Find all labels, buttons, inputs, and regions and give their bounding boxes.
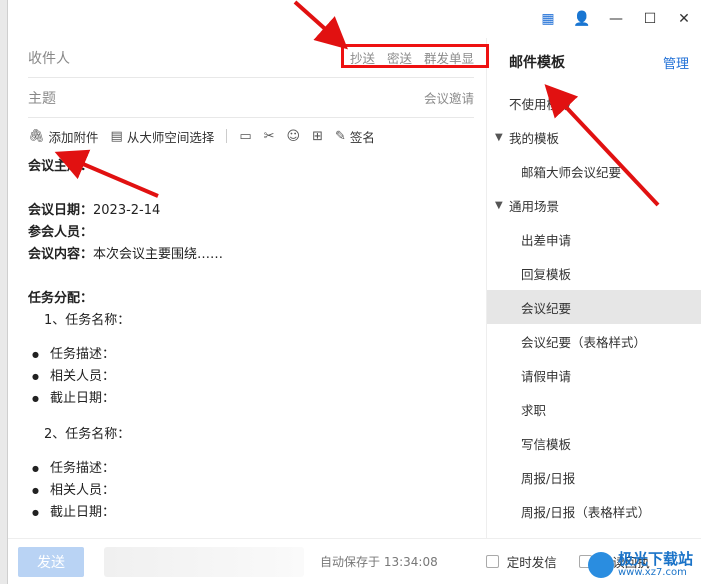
scheduled-send-label: 定时发信 (506, 555, 557, 570)
signature-label: 签名 (349, 129, 375, 145)
content-line: 会议内容：本次会议主要围绕…… (28, 247, 224, 262)
from-space-label: 从大师空间选择 (126, 129, 215, 145)
toolbar-divider (226, 129, 228, 143)
signature-button[interactable]: ✎ 签名 (335, 127, 375, 146)
task-1-deadline: 截止日期： (28, 388, 474, 410)
screenshot-button[interactable]: ✂ (264, 129, 275, 144)
scheduled-send-checkbox[interactable] (485, 555, 499, 568)
document-icon: ▤ (110, 128, 123, 144)
attach-button[interactable]: 🖇 添加附件 (28, 127, 99, 146)
site-watermark: 极光下载站 www.xz7.com (587, 550, 693, 578)
sidebar-header: 邮件模板 管理 (487, 38, 701, 86)
from-space-button[interactable]: ▤ 从大师空间选择 (111, 127, 215, 146)
template-item[interactable]: 请假申请 (487, 358, 701, 392)
task-2-people: 相关人员： (28, 480, 474, 502)
blurred-account-area (104, 546, 304, 577)
date-line: 会议日期：2023-2-14 (28, 203, 161, 218)
image-icon: ▭ (239, 128, 252, 144)
compose-area: 收件人 抄送 密送 群发单显 主题 会议邀请 🖇 添加附件 ▤ 从大师空间选择 (8, 38, 486, 538)
minimize-icon[interactable]: — (599, 0, 633, 38)
emoji-button[interactable]: ☺ (287, 129, 301, 144)
template-item[interactable]: 求职 (487, 392, 701, 426)
paperclip-icon: 🖇 (28, 128, 45, 144)
meeting-invite-link[interactable]: 会议邀请 (424, 88, 474, 107)
attach-label: 添加附件 (48, 129, 99, 145)
task-1-name: 1、任务名称： (44, 313, 131, 328)
subject-row[interactable]: 主题 会议邀请 (28, 78, 474, 118)
send-button[interactable]: 发送 (18, 546, 84, 577)
chevron-down-icon: ▼ (495, 199, 503, 211)
compose-window: ▦ 👤 — ☐ ✕ 收件人 抄送 密送 群发单显 主题 会议邀请 🖇 添加附件 (8, 0, 701, 584)
scissors-icon: ✂ (263, 128, 275, 144)
general-group[interactable]: ▼ 通用场景 (487, 188, 701, 222)
editor-toolbar: 🖇 添加附件 ▤ 从大师空间选择 ▭ ✂ ☺ ⊞ ✎ 签名 (28, 122, 474, 150)
subject-label: 主题 (28, 90, 56, 107)
template-item[interactable]: 邮箱大师会议纪要 (487, 154, 701, 188)
task-2-desc: 任务描述： (28, 458, 474, 480)
template-item[interactable]: 回复模板 (487, 256, 701, 290)
template-item[interactable]: 出差申请 (487, 222, 701, 256)
message-body[interactable]: 会议主题： 会议日期：2023-2-14 参会人员： 会议内容：本次会议主要围绕… (28, 156, 474, 524)
my-templates-label: 我的模板 (509, 130, 560, 146)
watermark-url: www.xz7.com (617, 567, 687, 578)
task-1-people: 相关人员： (28, 366, 474, 388)
no-template-item[interactable]: 不使用模板 (487, 86, 701, 120)
sidebar-title: 邮件模板 (509, 55, 565, 71)
autosave-status: 自动保存于 13:34:08 (320, 555, 438, 569)
task-2-name: 2、任务名称： (44, 427, 131, 442)
template-item[interactable]: 会议纪要（表格样式） (487, 324, 701, 358)
recipient-label: 收件人 (28, 50, 70, 67)
chevron-down-icon: ▼ (495, 131, 503, 143)
subject-options: 会议邀请 (424, 88, 474, 107)
task-2-deadline: 截止日期： (28, 502, 474, 524)
template-sidebar: 邮件模板 管理 不使用模板 ▼ 我的模板 邮箱大师会议纪要 ▼ 通用场景 出差申… (486, 38, 701, 538)
background-window-edge (0, 0, 8, 584)
close-icon[interactable]: ✕ (667, 0, 701, 38)
emoji-icon: ☺ (286, 128, 301, 144)
template-icon[interactable]: ▦ (531, 0, 565, 38)
general-label: 通用场景 (509, 198, 560, 214)
template-item-active[interactable]: 会议纪要 (487, 290, 701, 324)
attendees-line: 参会人员： (28, 225, 94, 240)
template-item[interactable]: 写信模板 (487, 426, 701, 460)
watermark-text: 极光下载站 (617, 550, 693, 568)
maximize-icon[interactable]: ☐ (633, 0, 667, 38)
contacts-icon[interactable]: 👤 (565, 0, 599, 38)
my-templates-group[interactable]: ▼ 我的模板 (487, 120, 701, 154)
template-item[interactable]: 周报/日报（表格样式） (487, 494, 701, 528)
table-button[interactable]: ⊞ (312, 129, 323, 144)
manage-link[interactable]: 管理 (663, 53, 689, 72)
task-1-desc: 任务描述： (28, 344, 474, 366)
watermark-logo-icon (587, 551, 614, 578)
pen-icon: ✎ (335, 128, 346, 144)
table-icon: ⊞ (312, 128, 324, 144)
image-button[interactable]: ▭ (239, 129, 251, 144)
tasks-heading: 任务分配： (28, 291, 94, 306)
template-item[interactable]: 周报/日报 (487, 460, 701, 494)
title-bar: ▦ 👤 — ☐ ✕ (521, 0, 701, 38)
annotation-highlight-box (341, 44, 489, 68)
topic-line: 会议主题： (28, 159, 94, 174)
